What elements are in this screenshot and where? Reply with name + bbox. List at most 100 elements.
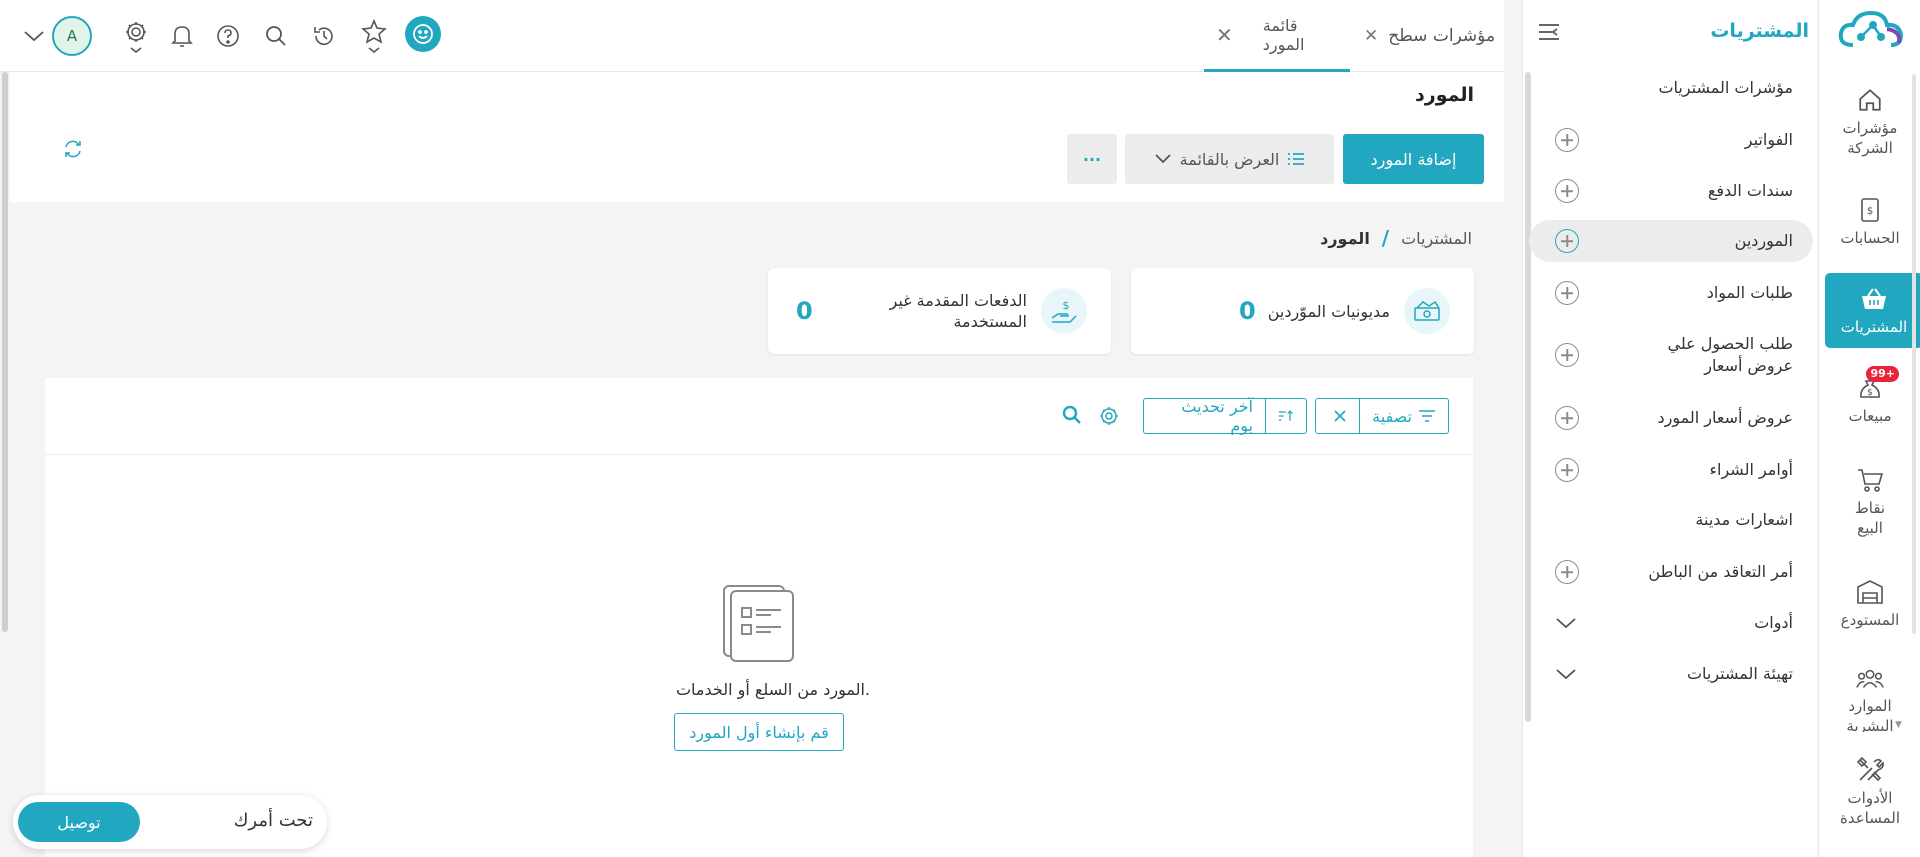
menu-item-label: الموردين bbox=[1734, 231, 1793, 250]
rail-item-hr[interactable]: الموارد البشرية bbox=[1821, 666, 1919, 732]
rail-item-label: المشتريات bbox=[1840, 317, 1908, 336]
close-tab-icon[interactable]: ✕ bbox=[1216, 23, 1233, 47]
sort-chip[interactable]: آخر تحديث يوم bbox=[1143, 397, 1307, 435]
menu-item-label: سندات الدفع bbox=[1707, 181, 1793, 200]
rail-item-tools[interactable]: الأدوات المساعدة bbox=[1821, 756, 1919, 828]
create-first-supplier-button[interactable]: قم بإنشاء أول المورد bbox=[674, 713, 844, 751]
notification-badge: 99+ bbox=[1866, 366, 1899, 382]
bell-icon[interactable] bbox=[166, 19, 198, 53]
connect-button[interactable]: توصيل bbox=[18, 802, 140, 842]
add-icon[interactable] bbox=[1555, 179, 1579, 203]
home-icon bbox=[1855, 86, 1885, 114]
menu-item-label: الفواتير bbox=[1744, 130, 1793, 149]
menu-item-label: عروض أسعار المورد bbox=[1657, 408, 1793, 427]
warehouse-icon bbox=[1855, 578, 1885, 606]
card-value: 0 bbox=[1238, 297, 1256, 325]
refresh-icon[interactable] bbox=[62, 138, 84, 160]
menu-item-material-requests[interactable]: طلبات المواد bbox=[1529, 280, 1813, 306]
tab-supplier-list[interactable]: ✕ قائمة المورد bbox=[1204, 0, 1350, 72]
svg-text:$: $ bbox=[1867, 206, 1873, 217]
view-mode-button[interactable]: العرض بالقائمة bbox=[1125, 134, 1334, 184]
account-chevron-icon[interactable] bbox=[18, 19, 50, 53]
add-icon[interactable] bbox=[1555, 560, 1579, 584]
rail-item-pos[interactable]: نقاط البيع bbox=[1821, 466, 1919, 538]
add-icon[interactable] bbox=[1555, 281, 1579, 305]
svg-text:$: $ bbox=[1063, 299, 1070, 312]
rail-item-purchases[interactable]: المشتريات bbox=[1825, 273, 1920, 348]
rail-item-warehouse[interactable]: المستودع bbox=[1821, 578, 1919, 630]
card-label: مديونيات الموّردين bbox=[1267, 301, 1390, 321]
filter-button[interactable]: تصفية bbox=[1360, 399, 1448, 433]
menu-item-subcontracting[interactable]: أمر التعاقد من الباطن bbox=[1529, 559, 1813, 585]
add-icon[interactable] bbox=[1555, 128, 1579, 152]
menu-item-purchases-setup[interactable]: تهيئة المشتريات bbox=[1529, 661, 1813, 687]
page-header: المورد إضافة المورد العرض بالقائمة ··· bbox=[10, 72, 1504, 202]
avatar[interactable]: A bbox=[52, 16, 92, 56]
section-title: المشتريات bbox=[1710, 20, 1809, 42]
scroll-down-icon[interactable]: ▼ bbox=[1895, 720, 1902, 730]
menu-item-invoices[interactable]: الفواتير bbox=[1529, 127, 1813, 153]
history-icon[interactable] bbox=[308, 19, 340, 53]
tools-icon bbox=[1855, 756, 1885, 784]
filter-icon bbox=[1419, 410, 1435, 422]
column-settings-icon[interactable] bbox=[1099, 406, 1119, 426]
hand-money-icon: $ bbox=[1041, 288, 1087, 334]
supplier-list-panel: تصفية آخر تحديث يوم المورد من السلع أو ا… bbox=[45, 378, 1473, 857]
rail-item-label: الحسابات bbox=[1840, 229, 1900, 247]
sort-direction-icon[interactable] bbox=[1266, 399, 1306, 433]
rail-item-label: المستودع bbox=[1840, 611, 1900, 629]
sort-field[interactable]: آخر تحديث يوم bbox=[1144, 397, 1266, 435]
outstanding-card[interactable]: مديونيات الموّردين 0 bbox=[1131, 268, 1474, 354]
page-scrollbar[interactable] bbox=[2, 72, 8, 632]
unused-advances-card[interactable]: $ الدفعات المقدمة غير المستخدمة 0 bbox=[768, 268, 1111, 354]
breadcrumb-parent[interactable]: المشتريات bbox=[1401, 229, 1472, 248]
menu-item-tools[interactable]: أدوات bbox=[1529, 610, 1813, 636]
menu-item-label: أدوات bbox=[1754, 613, 1793, 632]
close-tab-icon[interactable]: ✕ bbox=[1364, 26, 1378, 46]
filter-chip[interactable]: تصفية bbox=[1315, 398, 1449, 434]
rail-item-dashboard[interactable]: مؤشرات الشركة bbox=[1821, 86, 1919, 158]
add-icon[interactable] bbox=[1555, 343, 1579, 367]
help-icon[interactable] bbox=[212, 19, 244, 53]
svg-text:$: $ bbox=[1867, 388, 1873, 398]
rail-item-sales[interactable]: $ 99+ مبيعات bbox=[1821, 366, 1919, 426]
card-label: الدفعات المقدمة غير المستخدمة bbox=[889, 291, 1027, 331]
add-icon[interactable] bbox=[1555, 406, 1579, 430]
top-bar: A ✕ قائمة المورد ✕ مؤشرات سطح bbox=[0, 0, 1504, 72]
clear-filter-icon[interactable] bbox=[1321, 399, 1361, 433]
rail-scrollbar[interactable] bbox=[1912, 74, 1916, 634]
people-icon bbox=[1855, 666, 1885, 692]
menu-item-suppliers[interactable]: الموردين bbox=[1529, 220, 1813, 262]
sort-label: آخر تحديث يوم bbox=[1181, 397, 1253, 435]
breadcrumb: المشتريات / المورد bbox=[1320, 226, 1472, 250]
collapse-menu-icon[interactable] bbox=[1537, 22, 1561, 42]
more-actions-button[interactable]: ··· bbox=[1067, 134, 1117, 184]
add-icon[interactable] bbox=[1555, 229, 1579, 253]
menu-item-supplier-quotes[interactable]: عروض أسعار المورد bbox=[1529, 405, 1813, 431]
menu-item-payment-vouchers[interactable]: سندات الدفع bbox=[1529, 178, 1813, 204]
menu-item-purchases-kpi[interactable]: مؤشرات المشتريات bbox=[1529, 76, 1813, 100]
list-icon bbox=[1288, 153, 1305, 165]
assistant-smiley-icon[interactable] bbox=[405, 16, 441, 52]
tab-dashboard[interactable]: ✕ مؤشرات سطح bbox=[1358, 0, 1501, 72]
settings-gear-icon[interactable] bbox=[120, 19, 152, 53]
invoice-dollar-icon: $ bbox=[1855, 196, 1885, 224]
basket-icon bbox=[1859, 285, 1889, 313]
menu-item-purchase-orders[interactable]: أوامر الشراء bbox=[1529, 457, 1813, 483]
chevron-down-icon bbox=[1154, 154, 1171, 164]
search-icon[interactable] bbox=[260, 19, 292, 53]
app-logo[interactable] bbox=[1819, 6, 1920, 54]
rail-item-accounts[interactable]: $ الحسابات bbox=[1821, 196, 1919, 248]
outstanding-icon bbox=[1404, 288, 1450, 334]
add-supplier-button[interactable]: إضافة المورد bbox=[1343, 134, 1484, 184]
menu-item-debit-notes[interactable]: اشعارات مدينة bbox=[1529, 508, 1813, 532]
search-icon[interactable] bbox=[1062, 405, 1082, 425]
filter-label: تصفية bbox=[1372, 406, 1412, 426]
app-rail: مؤشرات الشركة $ الحسابات المشتريات $ 99+… bbox=[1818, 0, 1920, 857]
menu-item-rfq[interactable]: طلب الحصول علي عروض أسعار bbox=[1529, 332, 1813, 378]
favorites-star-icon[interactable] bbox=[358, 19, 390, 53]
cart-icon bbox=[1855, 466, 1885, 494]
add-icon[interactable] bbox=[1555, 458, 1579, 482]
breadcrumb-separator: / bbox=[1381, 226, 1390, 250]
money-bag-icon: $ 99+ bbox=[1855, 366, 1899, 402]
